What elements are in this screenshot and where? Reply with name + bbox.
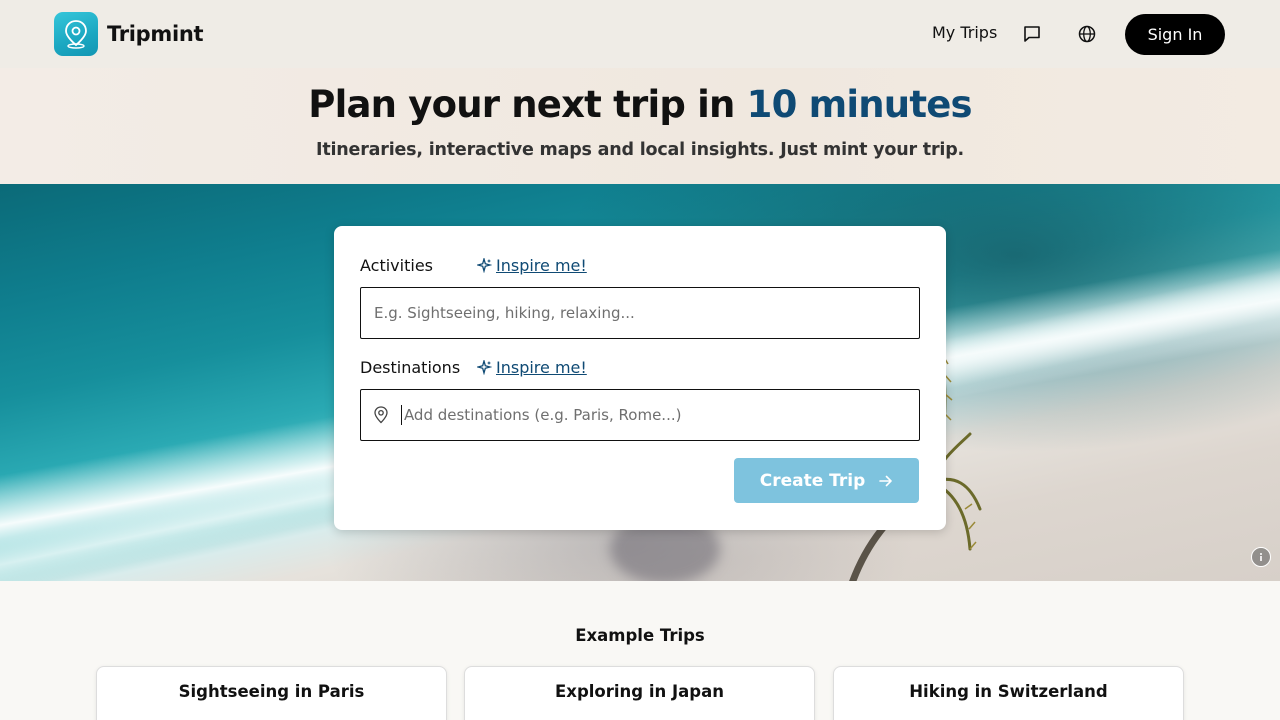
example-trips-heading: Example Trips	[575, 626, 705, 645]
text-cursor	[401, 405, 402, 425]
info-icon[interactable]	[1251, 547, 1271, 567]
chat-icon[interactable]	[1021, 23, 1043, 45]
example-trip-card[interactable]: Hiking in Switzerland	[833, 666, 1184, 720]
activities-inspire-text: Inspire me!	[496, 256, 587, 275]
brand-logo-link[interactable]: Tripmint	[54, 12, 204, 56]
location-pin-icon	[373, 406, 389, 424]
activities-inspire-link[interactable]: Inspire me!	[477, 256, 587, 275]
trip-form-card: Activities Inspire me! Destinations Insp…	[334, 226, 946, 530]
destinations-inspire-text: Inspire me!	[496, 358, 587, 377]
hero-subtitle: Itineraries, interactive maps and local …	[316, 140, 964, 160]
brand-name: Tripmint	[107, 22, 204, 46]
map-pin-logo-icon	[54, 12, 98, 56]
activities-input[interactable]	[374, 288, 919, 338]
example-trip-title: Hiking in Switzerland	[909, 682, 1108, 701]
activities-label: Activities	[360, 256, 433, 275]
hero-title-accent: 10 minutes	[746, 83, 973, 126]
arrow-right-icon	[879, 475, 893, 486]
example-trip-card[interactable]: Sightseeing in Paris	[96, 666, 447, 720]
hero-title: Plan your next trip in 10 minutes	[0, 83, 1280, 126]
create-trip-button[interactable]: Create Trip	[734, 458, 919, 503]
create-trip-label: Create Trip	[759, 470, 866, 491]
example-trip-title: Exploring in Japan	[555, 682, 724, 701]
destinations-input[interactable]	[403, 390, 919, 440]
destinations-inspire-link[interactable]: Inspire me!	[477, 358, 587, 377]
globe-icon[interactable]	[1076, 23, 1098, 45]
sign-in-button[interactable]: Sign In	[1125, 14, 1225, 55]
example-trip-card[interactable]: Exploring in Japan	[464, 666, 815, 720]
destinations-field[interactable]	[360, 389, 920, 441]
sparkle-icon	[477, 258, 492, 273]
top-navbar: Tripmint My Trips Sign In	[0, 0, 1280, 68]
activities-field[interactable]	[360, 287, 920, 339]
example-trip-title: Sightseeing in Paris	[178, 682, 365, 701]
destinations-label: Destinations	[360, 358, 461, 377]
sparkle-icon	[477, 360, 492, 375]
hero-title-prefix: Plan your next trip in	[308, 83, 747, 126]
hero-heading-section: Plan your next trip in 10 minutes Itiner…	[0, 68, 1280, 184]
my-trips-link[interactable]: My Trips	[932, 23, 997, 42]
